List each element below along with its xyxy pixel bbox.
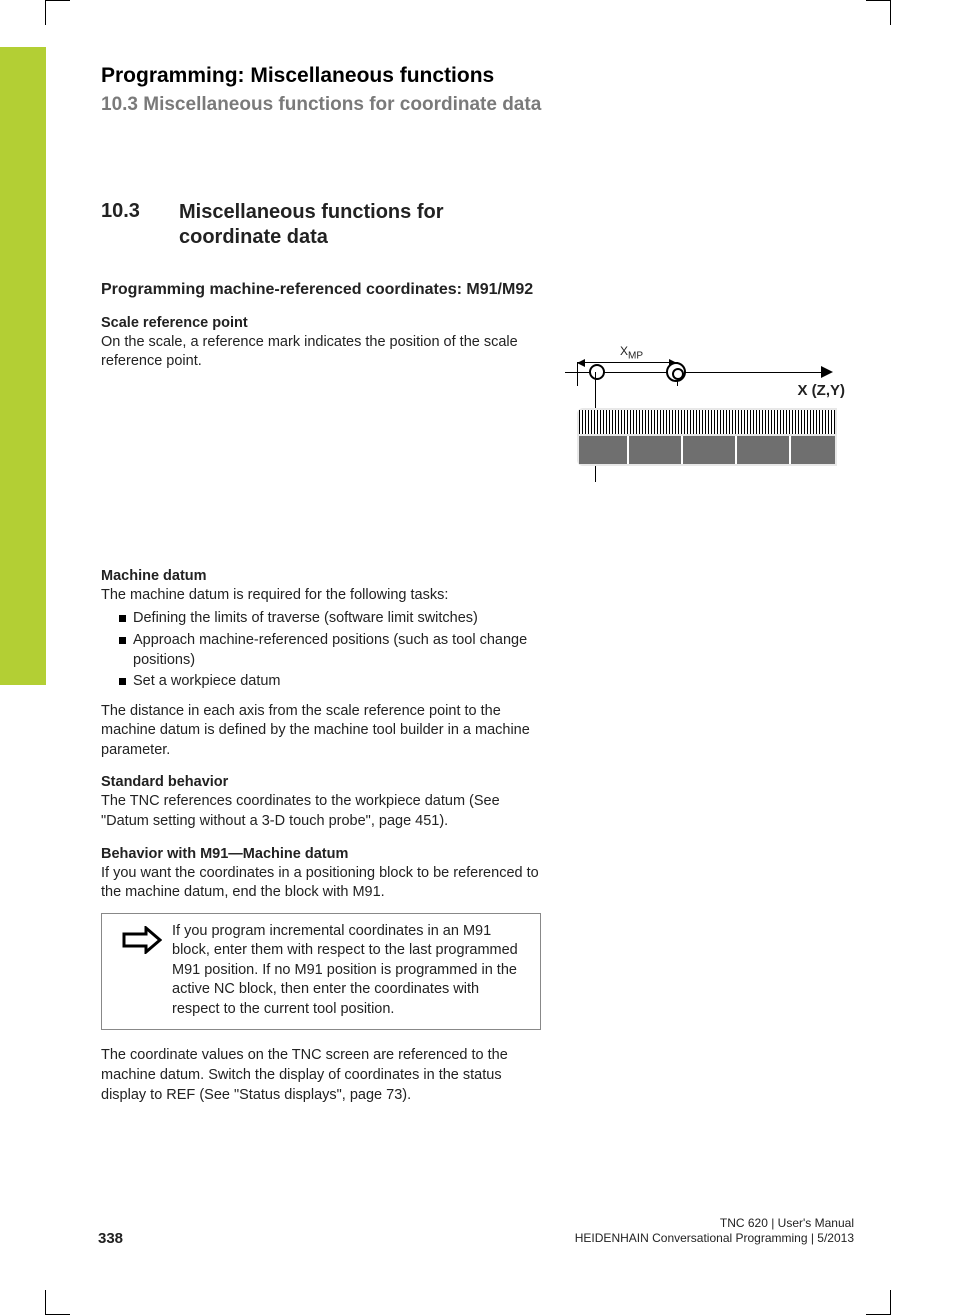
page-content: 10.3 Miscellaneous functions for coordin… bbox=[101, 200, 541, 1105]
scale-marks bbox=[579, 436, 835, 464]
dimension-line bbox=[577, 362, 677, 363]
axis-label: X (Z,Y) bbox=[798, 382, 846, 399]
arrow-right-icon bbox=[112, 922, 172, 1020]
paragraph: The coordinate values on the TNC screen … bbox=[101, 1046, 541, 1105]
footer-text: TNC 620 | User's Manual HEIDENHAIN Conve… bbox=[575, 1216, 854, 1247]
note-box: If you program incremental coordinates i… bbox=[101, 913, 541, 1031]
paragraph: The machine datum is required for the fo… bbox=[101, 586, 541, 606]
paragraph: On the scale, a reference mark indicates… bbox=[101, 333, 541, 372]
paragraph-heading: Scale reference point bbox=[101, 315, 541, 331]
subsection-heading: Programming machine-referenced coordinat… bbox=[101, 280, 541, 301]
footer-line: HEIDENHAIN Conversational Programming | … bbox=[575, 1231, 854, 1247]
list-item: Set a workpiece datum bbox=[119, 672, 541, 692]
list-item: Defining the limits of traverse (softwar… bbox=[119, 609, 541, 629]
paragraph: The TNC references coordinates to the wo… bbox=[101, 792, 541, 831]
axis-arrow-icon bbox=[821, 366, 833, 378]
paragraph: The distance in each axis from the scale… bbox=[101, 702, 541, 761]
paragraph-heading: Standard behavior bbox=[101, 774, 541, 790]
note-text: If you program incremental coordinates i… bbox=[172, 922, 530, 1020]
crop-mark bbox=[866, 1290, 891, 1315]
scale-top bbox=[579, 410, 835, 434]
datum-marker-icon bbox=[589, 364, 605, 380]
chapter-title: Programming: Miscellaneous functions bbox=[101, 64, 494, 88]
paragraph: If you want the coordinates in a positio… bbox=[101, 864, 541, 903]
crop-mark bbox=[45, 1290, 70, 1315]
crop-mark bbox=[45, 0, 70, 25]
bullet-list: Defining the limits of traverse (softwar… bbox=[119, 609, 541, 691]
chapter-number: 10 bbox=[48, 62, 88, 93]
reference-marker-icon bbox=[666, 362, 686, 382]
dimension-tick bbox=[577, 362, 578, 386]
diagram-label-xmp: XMP bbox=[620, 344, 643, 361]
paragraph-heading: Machine datum bbox=[101, 568, 541, 584]
page-number: 338 bbox=[98, 1230, 123, 1247]
paragraph-heading: Behavior with M91—Machine datum bbox=[101, 846, 541, 862]
chapter-tab bbox=[0, 47, 46, 685]
section-number: 10.3 bbox=[101, 200, 179, 250]
list-item: Approach machine-referenced positions (s… bbox=[119, 631, 541, 670]
section-running-head: 10.3 Miscellaneous functions for coordin… bbox=[101, 94, 541, 116]
crop-mark bbox=[866, 0, 891, 25]
section-title: Miscellaneous functions for coordinate d… bbox=[179, 200, 541, 250]
page-footer: 338 TNC 620 | User's Manual HEIDENHAIN C… bbox=[98, 1216, 854, 1247]
footer-line: TNC 620 | User's Manual bbox=[575, 1216, 854, 1232]
scale-diagram: XMP X (Z,Y) bbox=[565, 340, 845, 490]
